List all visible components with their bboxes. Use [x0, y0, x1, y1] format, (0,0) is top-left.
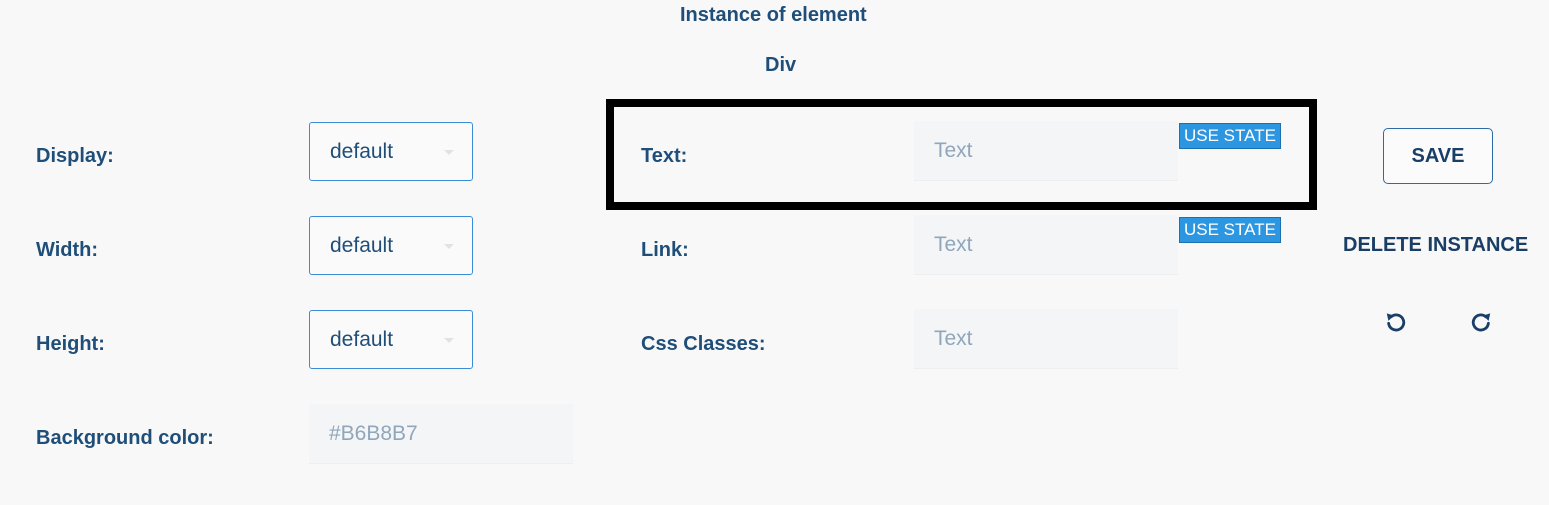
height-select-value: default — [330, 327, 394, 351]
display-select-value: default — [330, 139, 394, 163]
text-use-state-button[interactable]: USE STATE — [1179, 123, 1281, 149]
chevron-down-icon — [444, 244, 454, 249]
display-select[interactable]: default — [309, 122, 473, 181]
link-input[interactable] — [914, 215, 1178, 275]
css-classes-label: Css Classes: — [641, 333, 766, 355]
width-select[interactable]: default — [309, 216, 473, 275]
redo-icon[interactable] — [1468, 309, 1494, 335]
width-label: Width: — [36, 239, 99, 261]
link-use-state-button[interactable]: USE STATE — [1179, 217, 1281, 243]
link-label: Link: — [641, 239, 689, 261]
text-input[interactable] — [914, 121, 1178, 181]
display-label: Display: — [36, 145, 114, 167]
width-select-value: default — [330, 233, 394, 257]
save-button[interactable]: SAVE — [1383, 128, 1493, 184]
height-label: Height: — [36, 333, 105, 355]
chevron-down-icon — [444, 150, 454, 155]
css-classes-input[interactable] — [914, 309, 1178, 369]
element-type-heading: Div — [765, 54, 797, 76]
height-select[interactable]: default — [309, 310, 473, 369]
page-title: Instance of element — [680, 4, 867, 26]
text-label: Text: — [641, 145, 688, 167]
delete-instance-button[interactable]: DELETE INSTANCE — [1343, 234, 1528, 257]
background-color-input[interactable] — [309, 404, 573, 464]
undo-icon[interactable] — [1383, 309, 1409, 335]
background-color-label: Background color: — [36, 427, 214, 449]
chevron-down-icon — [444, 338, 454, 343]
